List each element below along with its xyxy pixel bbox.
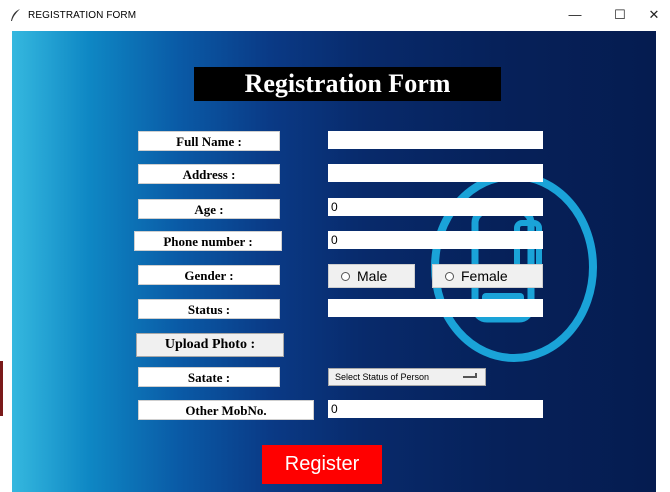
age-input[interactable]: 0 [328, 198, 543, 216]
feather-icon [11, 9, 20, 21]
address-input[interactable] [328, 164, 543, 182]
other-mob-label: Other MobNo. [138, 400, 314, 420]
title-bar: REGISTRATION FORM — ☐ ✕ [0, 0, 670, 32]
state-select-value: Select Status of Person [335, 372, 430, 382]
radio-indicator [445, 272, 454, 282]
window-title: REGISTRATION FORM [28, 10, 137, 21]
gender-male-radio[interactable]: Male [328, 264, 415, 288]
age-label: Age : [138, 199, 280, 219]
gender-female-radio[interactable]: Female [432, 264, 543, 288]
full-name-input[interactable] [328, 131, 543, 149]
window-right-edge [656, 31, 670, 492]
phone-input[interactable]: 0 [328, 231, 543, 249]
other-mob-input[interactable]: 0 [328, 400, 543, 418]
form-canvas: Registration Form Full Name : Address : … [12, 31, 656, 492]
upload-photo-button[interactable]: Upload Photo : [136, 333, 284, 357]
register-button[interactable]: Register [262, 445, 382, 484]
state-select[interactable]: Select Status of Person [328, 368, 486, 386]
radio-indicator [341, 272, 350, 282]
gender-label: Gender : [138, 265, 280, 285]
form-heading: Registration Form [194, 67, 501, 101]
full-name-label: Full Name : [138, 131, 280, 151]
gender-male-label: Male [357, 268, 388, 284]
minimize-button[interactable]: — [554, 0, 596, 30]
state-label: Satate : [138, 367, 280, 387]
address-label: Address : [138, 164, 280, 184]
phone-label: Phone number : [134, 231, 282, 251]
gender-female-label: Female [461, 268, 508, 284]
maximize-button[interactable]: ☐ [599, 0, 641, 30]
dropdown-indicator-icon [463, 373, 477, 378]
status-input[interactable] [328, 299, 543, 317]
window-left-edge [0, 31, 12, 492]
close-button[interactable]: ✕ [638, 0, 670, 30]
status-label: Status : [138, 299, 280, 319]
edge-marker [0, 361, 3, 416]
